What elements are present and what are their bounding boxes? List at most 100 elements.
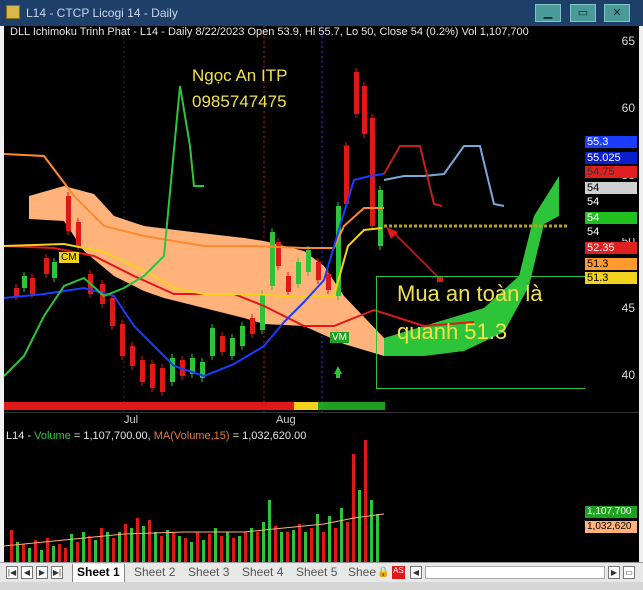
arrow-head [386, 227, 398, 239]
volume-bar [154, 532, 157, 562]
volume-bar [40, 550, 43, 562]
volume-bar [106, 532, 109, 562]
volume-bar [28, 548, 31, 562]
volume-ma-line [4, 513, 385, 547]
volume-ma-tag: 1,032,620 [585, 521, 637, 533]
candle [230, 338, 235, 356]
forecast-blue-line [383, 145, 505, 207]
volume-bar [148, 520, 151, 562]
price-tag: 51.3 [585, 272, 637, 284]
horizontal-scrollbar[interactable] [425, 566, 605, 579]
candle [130, 346, 135, 366]
volume-chart[interactable]: L14 - Volume = 1,107,700.00, MA(Volume,1… [4, 428, 585, 562]
maximize-button[interactable]: ▭ [570, 4, 596, 22]
trend-bar-yellow [294, 402, 318, 410]
scroll-left-button[interactable]: ◀ [410, 566, 422, 579]
candle [44, 258, 49, 274]
volume-bar [184, 538, 187, 562]
volume-header: L14 - Volume = 1,107,700.00, MA(Volume,1… [6, 430, 306, 442]
candle [270, 232, 275, 286]
volume-bar [280, 532, 283, 562]
annotation-line [391, 230, 441, 280]
author-name: Ngọc An ITP [192, 66, 288, 85]
volume-bar [232, 538, 235, 562]
price-chart[interactable]: DLL Ichimoku Trinh Phat - L14 - Daily 8/… [4, 26, 585, 412]
candle [110, 298, 115, 326]
price-tag: 54 [585, 212, 637, 224]
price-tag: 55.025 [585, 152, 637, 164]
volume-bar [88, 536, 91, 562]
as-icon[interactable]: AS [392, 566, 405, 579]
note-line-1: Mua an toàn là [397, 281, 543, 306]
candle [354, 72, 359, 114]
first-sheet-button[interactable]: |◀ [6, 566, 18, 579]
volume-bar [190, 542, 193, 562]
candle [250, 318, 255, 334]
next-sheet-button[interactable]: ▶ [36, 566, 48, 579]
tab-sheet-1[interactable]: Sheet 1 [72, 564, 125, 582]
volume-bar [160, 536, 163, 562]
volume-bar [124, 524, 127, 562]
buy-arrow-icon [334, 366, 342, 374]
note-box: Mua an toàn là quanh 51.3 [376, 276, 585, 389]
prev-sheet-button[interactable]: ◀ [21, 566, 33, 579]
price-tag: 54 [585, 226, 637, 238]
window-title: L14 - CTCP Licogi 14 - Daily [26, 6, 178, 20]
volume-bar [304, 532, 307, 562]
volume-bar [226, 532, 229, 562]
volume-bar [256, 532, 259, 562]
candle [150, 364, 155, 388]
candle [286, 276, 291, 292]
volume-bar [286, 532, 289, 562]
minimize-button[interactable]: ▁ [535, 4, 561, 22]
volume-bar [262, 522, 265, 562]
candle [370, 118, 375, 226]
volume-bar [310, 528, 313, 562]
volume-bar [172, 532, 175, 562]
fit-button[interactable]: ▭ [623, 566, 635, 579]
volume-symbol: L14 - [6, 430, 35, 442]
candle [378, 190, 383, 246]
candle [140, 360, 145, 382]
candle [276, 242, 281, 266]
volume-bar [244, 532, 247, 562]
volume-bar [166, 530, 169, 562]
candle [76, 222, 81, 246]
volume-bar [250, 528, 253, 562]
price-tag: 54.75 [585, 166, 637, 178]
chart-header: DLL Ichimoku Trinh Phat - L14 - Daily 8/… [10, 26, 529, 38]
tab-sheet-2[interactable]: Sheet 2 [130, 564, 179, 582]
volume-bar [376, 514, 379, 562]
volume-bar [322, 532, 325, 562]
status-bar [0, 582, 643, 590]
title-bar: L14 - CTCP Licogi 14 - Daily ▁ ▭ ✕ [0, 0, 643, 26]
trend-bar-green [318, 402, 385, 410]
author-phone: 0985747475 [192, 92, 287, 111]
tab-sheet-4[interactable]: Sheet 4 [238, 564, 287, 582]
lock-icon[interactable]: 🔒 [377, 567, 389, 578]
volume-bar [94, 540, 97, 562]
candle [316, 262, 321, 280]
vm-tag: VM [330, 332, 349, 343]
candle [120, 324, 125, 356]
trend-bar-red [4, 402, 294, 410]
price-tag: 52.35 [585, 242, 637, 254]
volume-bar [364, 440, 367, 562]
volume-chart-svg [4, 440, 385, 562]
candle [362, 86, 367, 134]
scroll-right-button[interactable]: ▶ [608, 566, 620, 579]
price-tag: 54 [585, 182, 637, 194]
last-sheet-button[interactable]: ▶| [51, 566, 63, 579]
volume-bar [358, 490, 361, 562]
cloud-bearish [29, 186, 384, 356]
tab-sheet-5[interactable]: Sheet 5 [292, 564, 341, 582]
date-label-jul: Jul [124, 414, 139, 426]
price-tick: 65 [621, 34, 635, 48]
volume-bar [298, 524, 301, 562]
volume-bar [22, 544, 25, 562]
candle [22, 276, 27, 288]
tab-sheet-3[interactable]: Sheet 3 [184, 564, 233, 582]
close-button[interactable]: ✕ [604, 4, 630, 22]
tab-sheet-6[interactable]: Shee [344, 564, 380, 582]
price-axis[interactable]: 65 60 55 50 45 40 55.355.02554.755454545… [585, 26, 639, 412]
